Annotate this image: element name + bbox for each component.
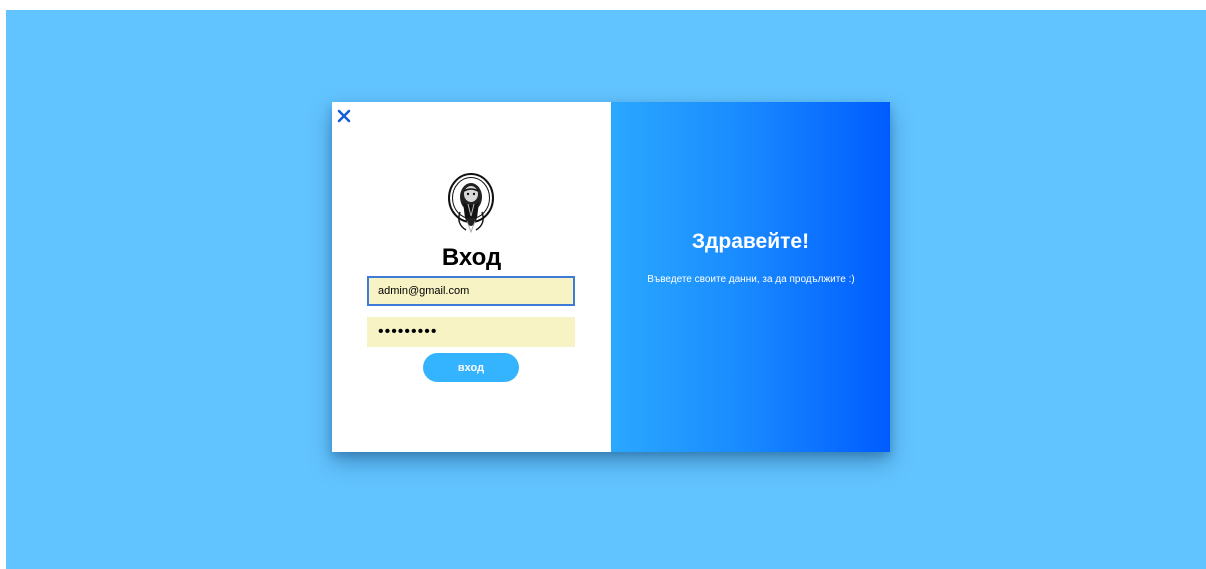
university-seal-logo xyxy=(448,173,494,234)
login-button[interactable]: вход xyxy=(423,353,519,382)
welcome-title: Здравейте! xyxy=(691,230,810,253)
welcome-message: Въведете своите данни, за да продължите … xyxy=(647,274,855,285)
close-button[interactable] xyxy=(336,108,352,124)
welcome-panel: Здравейте! Въведете своите данни, за да … xyxy=(611,102,890,452)
login-card: Вход вход Здравейте! Въведете своите дан… xyxy=(332,102,890,452)
page-background: Вход вход Здравейте! Въведете своите дан… xyxy=(6,10,1206,569)
login-title: Вход xyxy=(441,244,502,271)
close-icon xyxy=(337,109,351,123)
email-field[interactable] xyxy=(367,276,575,306)
password-field[interactable] xyxy=(367,317,575,347)
login-panel: Вход вход xyxy=(332,102,611,452)
